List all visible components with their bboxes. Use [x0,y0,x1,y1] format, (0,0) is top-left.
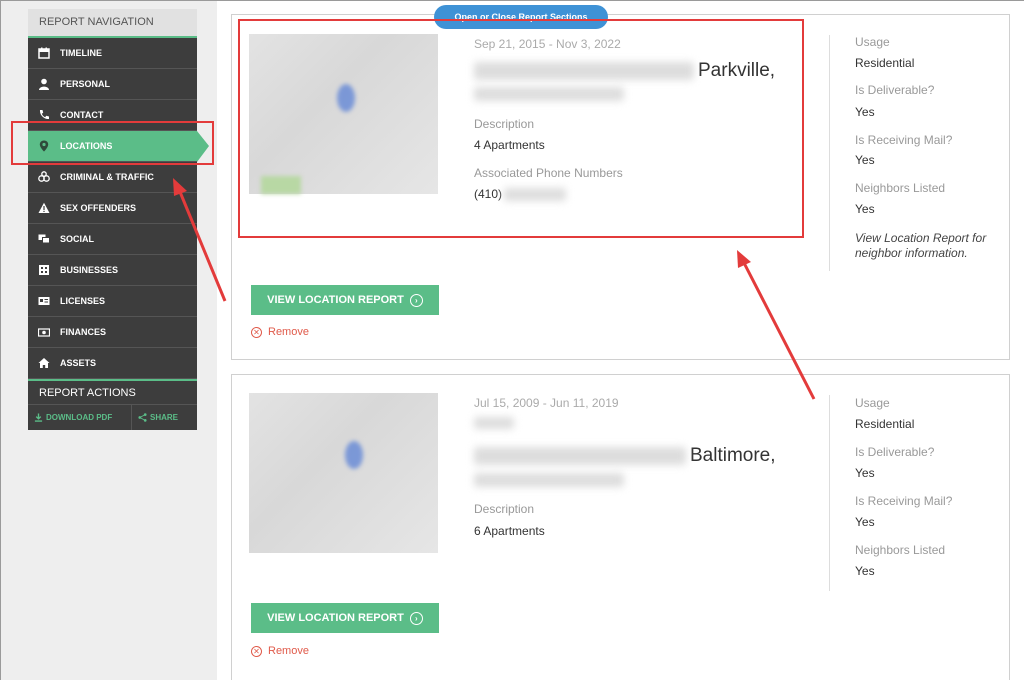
social-icon [38,233,50,245]
view-location-report-label: VIEW LOCATION REPORT [267,294,404,306]
locations-highlight-box [11,121,214,165]
person-icon [38,78,50,90]
neighbors-value: Yes [855,202,875,216]
redacted-line [474,417,514,429]
nav-item-finances[interactable]: FINANCES [28,317,197,348]
nav-item-label: CRIMINAL & TRAFFIC [60,172,154,182]
deliverable-label: Is Deliverable? [855,445,935,459]
report-actions-row: DOWNLOAD PDF SHARE [28,404,197,430]
download-icon [34,413,43,422]
download-pdf-button[interactable]: DOWNLOAD PDF [28,405,132,430]
location-card: Jul 15, 2009 - Jun 11, 2019 Baltimore, D… [231,374,1010,680]
view-location-report-button[interactable]: VIEW LOCATION REPORT › [251,603,439,633]
receiving-mail-value: Yes [855,515,875,529]
nav-item-label: LICENSES [60,296,106,306]
redacted-state-zip [474,473,624,487]
location-map-thumbnail[interactable] [249,393,438,553]
share-icon [138,413,147,422]
receiving-mail-label: Is Receiving Mail? [855,494,953,508]
report-actions-header: REPORT ACTIONS [28,379,197,404]
usage-value: Residential [855,56,915,70]
share-label: SHARE [150,413,179,422]
chevron-right-circle-icon: › [409,293,423,307]
neighbor-info-note: View Location Report for neighbor inform… [855,231,987,260]
location-city: Baltimore, [690,445,776,466]
nav-item-personal[interactable]: PERSONAL [28,69,197,100]
nav-item-label: SEX OFFENDERS [60,203,137,213]
remove-location-link[interactable]: ✕ Remove [251,645,309,657]
receiving-mail-value: Yes [855,153,875,167]
column-divider [829,35,830,271]
remove-label: Remove [268,645,309,657]
neighbors-label: Neighbors Listed [855,543,946,557]
download-pdf-label: DOWNLOAD PDF [46,413,113,422]
nav-item-businesses[interactable]: BUSINESSES [28,255,197,286]
building-icon [38,264,50,276]
nav-item-social[interactable]: SOCIAL [28,224,197,255]
nav-item-label: FINANCES [60,327,107,337]
deliverable-value: Yes [855,105,875,119]
nav-item-label: CONTACT [60,110,104,120]
nav-list: TIMELINE PERSONAL CONTACT LOCATIONS CRIM… [28,36,209,379]
remove-location-link[interactable]: ✕ Remove [251,326,309,338]
map-pin-marker [345,441,363,469]
usage-value: Residential [855,417,915,431]
deliverable-value: Yes [855,466,875,480]
usage-label: Usage [855,396,890,410]
deliverable-label: Is Deliverable? [855,83,935,97]
location-card-highlight-box [238,19,804,238]
share-button[interactable]: SHARE [132,405,178,430]
description-value: 6 Apartments [474,524,545,538]
nav-item-label: ASSETS [60,358,97,368]
calendar-icon [38,47,50,59]
handcuffs-icon [38,171,50,183]
nav-header: REPORT NAVIGATION [28,9,197,36]
nav-item-label: PERSONAL [60,79,111,89]
nav-item-assets[interactable]: ASSETS [28,348,197,379]
neighbors-value: Yes [855,564,875,578]
warning-icon [38,202,50,214]
description-label: Description [474,502,535,516]
nav-item-label: SOCIAL [60,234,95,244]
money-icon [38,326,50,338]
location-date-range: Jul 15, 2009 - Jun 11, 2019 [474,396,619,410]
id-card-icon [38,295,50,307]
phone-icon [38,109,50,121]
receiving-mail-label: Is Receiving Mail? [855,133,953,147]
column-divider [829,395,830,591]
report-navigation-sidebar: REPORT NAVIGATION TIMELINE PERSONAL CONT… [28,9,209,430]
nav-item-label: BUSINESSES [60,265,119,275]
nav-item-licenses[interactable]: LICENSES [28,286,197,317]
chevron-right-circle-icon: › [409,611,423,625]
remove-x-icon: ✕ [251,645,262,657]
nav-item-timeline[interactable]: TIMELINE [28,38,197,69]
remove-label: Remove [268,326,309,338]
nav-item-label: TIMELINE [60,48,102,58]
view-location-report-label: VIEW LOCATION REPORT [267,612,404,624]
neighbors-label: Neighbors Listed [855,181,946,195]
usage-label: Usage [855,35,890,49]
location-address: Baltimore, [474,445,776,467]
home-icon [38,357,50,369]
redacted-street [474,447,686,465]
remove-x-icon: ✕ [251,326,262,338]
view-location-report-button[interactable]: VIEW LOCATION REPORT › [251,285,439,315]
nav-item-sex-offenders[interactable]: SEX OFFENDERS [28,193,197,224]
nav-item-criminal-traffic[interactable]: CRIMINAL & TRAFFIC [28,162,197,193]
